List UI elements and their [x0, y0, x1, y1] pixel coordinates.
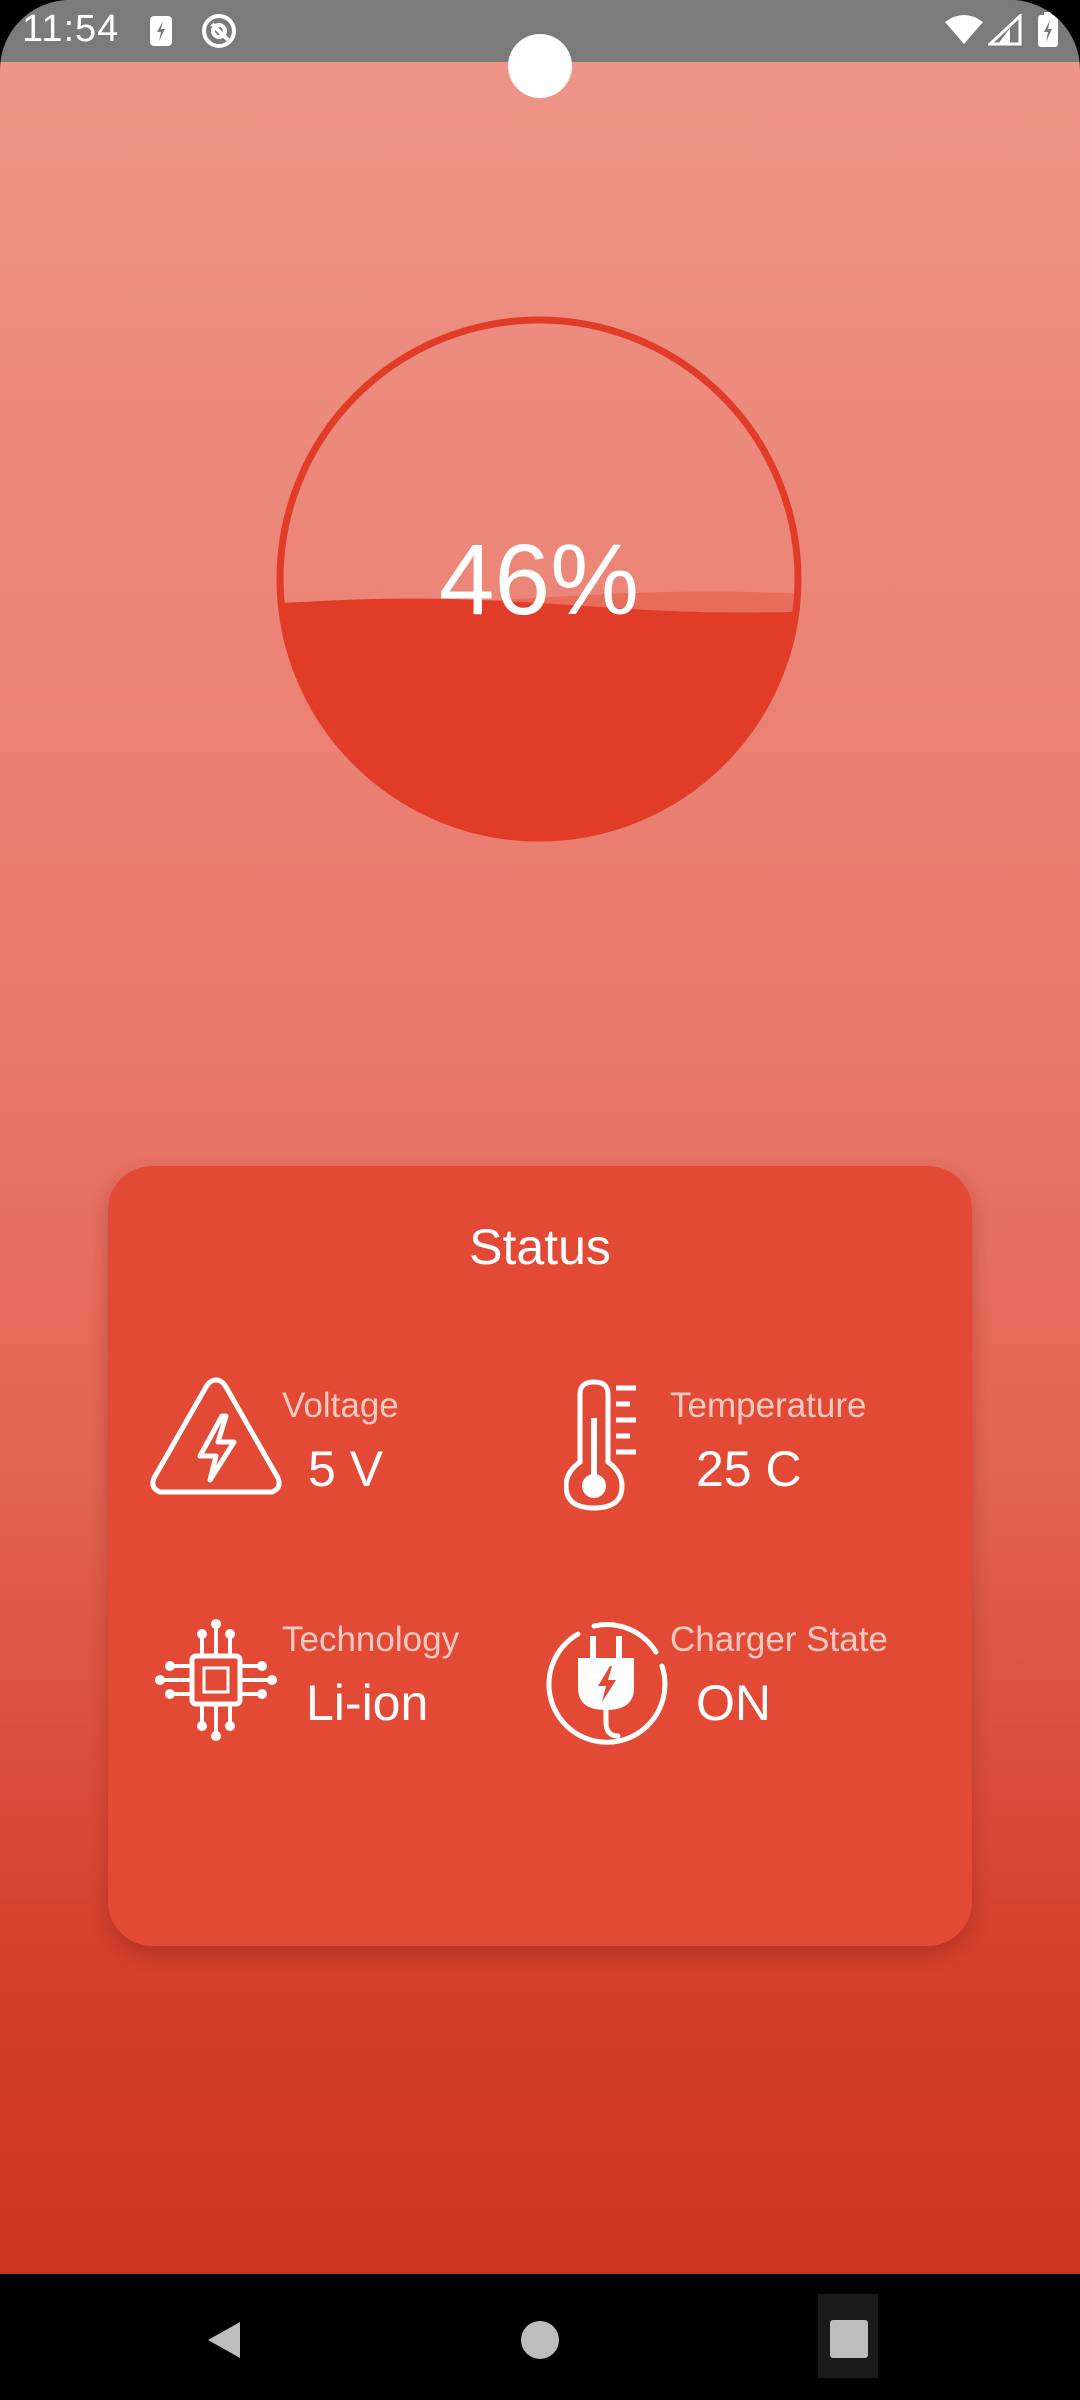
- battery-percent-label: 46%: [438, 524, 640, 636]
- battery-notification-icon: [148, 14, 174, 53]
- thermometer-icon: [563, 1378, 644, 1519]
- battery-level-gauge: 46%: [274, 314, 804, 844]
- voltage-label: Voltage: [282, 1386, 399, 1425]
- cell-signal-icon: [986, 12, 1022, 51]
- charger-state-value: ON: [696, 1675, 771, 1731]
- technology-value: Li-ion: [306, 1675, 429, 1731]
- status-card: Status Voltage 5 V Temperature 25 C Tech…: [108, 1166, 972, 1946]
- temperature-value: 25 C: [696, 1441, 802, 1497]
- status-card-title: Status: [469, 1219, 611, 1275]
- status-time: 11:54: [22, 8, 120, 50]
- data-saver-icon: [200, 12, 238, 55]
- battery-status-icon: [1036, 12, 1060, 53]
- temperature-label: Temperature: [670, 1386, 867, 1425]
- technology-label: Technology: [282, 1620, 460, 1659]
- screen: 11:54 46% Status Voltage 5 V Temperature…: [0, 0, 1080, 2400]
- back-icon[interactable]: [204, 2318, 244, 2367]
- recents-icon[interactable]: [818, 2294, 878, 2383]
- wifi-icon: [944, 14, 984, 51]
- camera-cutout: [508, 34, 572, 98]
- charger-plug-icon: [538, 1614, 674, 1755]
- navigation-bar: [0, 2274, 1080, 2400]
- battery-app: 11:54 46% Status Voltage 5 V Temperature…: [0, 0, 1080, 2274]
- voltage-warning-icon: [148, 1374, 284, 1503]
- home-icon[interactable]: [520, 2320, 560, 2365]
- chip-icon: [154, 1618, 278, 1747]
- charger-state-label: Charger State: [670, 1620, 888, 1659]
- voltage-value: 5 V: [308, 1441, 384, 1497]
